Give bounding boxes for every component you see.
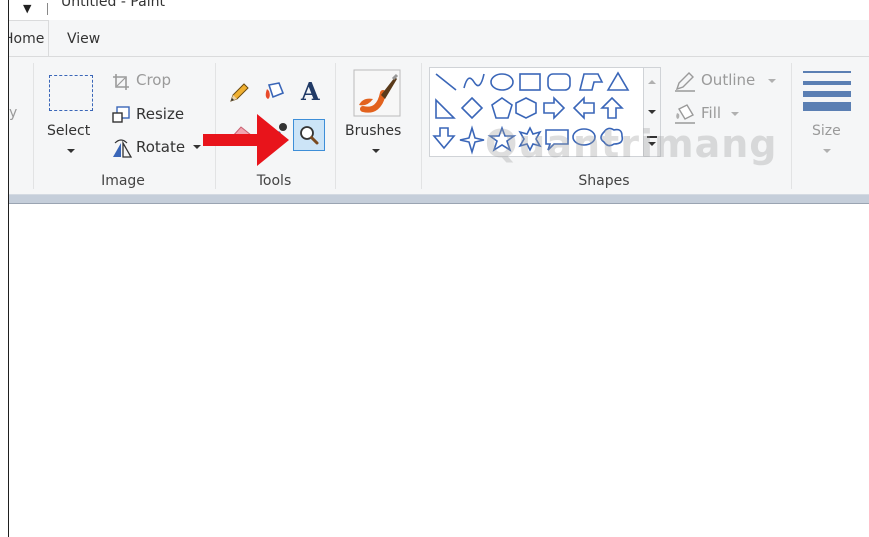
title-bar: ▼ Untitled - Paint — [9, 0, 869, 20]
pencil-icon[interactable] — [227, 81, 251, 105]
window-title: Untitled - Paint — [61, 0, 165, 10]
diamond-shape-icon — [460, 96, 484, 120]
crop-label: Crop — [136, 71, 172, 89]
line-shape-icon — [435, 73, 457, 91]
select-dropdown-icon[interactable] — [67, 149, 75, 153]
fill-label: Fill — [701, 104, 722, 122]
outline-icon — [675, 72, 695, 92]
gallery-scroll-up-icon[interactable] — [648, 80, 656, 84]
outline-dropdown-icon[interactable] — [768, 79, 776, 83]
magnifier-icon — [300, 126, 319, 145]
paint-window: ▼ Untitled - Paint Home View y Select — [8, 0, 869, 537]
left-arrow-shape-icon — [572, 96, 595, 120]
size-icon-line — [803, 91, 851, 97]
size-icon — [803, 71, 851, 73]
tab-home[interactable]: Home — [9, 20, 49, 57]
triangle-shape-icon — [606, 71, 630, 91]
clipboard-partial-label: y — [9, 105, 18, 121]
ribbon-tabs: Home View — [9, 20, 869, 57]
up-arrow-shape-icon — [600, 96, 624, 119]
right-arrow-shape-icon — [543, 96, 566, 120]
group-separator — [335, 63, 336, 189]
outline-label: Outline — [701, 71, 756, 89]
brushes-label: Brushes — [345, 123, 402, 139]
fill-bucket-icon[interactable] — [261, 79, 289, 105]
resize-label: Resize — [136, 105, 185, 123]
rotate-label: Rotate — [136, 138, 186, 156]
polygon-shape-icon — [578, 73, 604, 91]
brush-icon — [353, 69, 401, 117]
rotate-dropdown-icon[interactable] — [193, 145, 201, 149]
crop-icon — [113, 74, 129, 90]
fill-dropdown-icon[interactable] — [731, 112, 739, 116]
gallery-scroll-down-icon[interactable] — [648, 110, 656, 114]
shapes-group-label: Shapes — [578, 173, 630, 189]
select-icon — [49, 75, 93, 111]
ribbon-bottom-border — [9, 194, 869, 204]
tab-view[interactable]: View — [67, 31, 100, 47]
four-point-star-shape-icon — [459, 125, 485, 155]
size-dropdown-icon[interactable] — [823, 149, 831, 153]
down-arrow-shape-icon — [432, 127, 456, 150]
oval-shape-icon — [490, 73, 514, 91]
image-group-label: Image — [101, 173, 145, 189]
group-separator — [791, 63, 792, 189]
group-separator — [33, 63, 34, 189]
size-label: Size — [812, 123, 841, 139]
rectangle-shape-icon — [519, 73, 541, 91]
hexagon-shape-icon — [515, 97, 537, 119]
size-icon-line — [803, 102, 851, 111]
red-arrow-annotation — [203, 114, 289, 166]
select-label: Select — [47, 123, 91, 139]
size-icon-line — [803, 81, 851, 85]
resize-icon — [112, 106, 130, 123]
pentagon-shape-icon — [491, 97, 513, 119]
quick-access-separator — [47, 3, 48, 15]
right-triangle-shape-icon — [435, 98, 456, 119]
brushes-dropdown-icon[interactable] — [372, 149, 380, 153]
tools-group-label: Tools — [256, 173, 292, 189]
group-separator — [421, 63, 422, 189]
drawing-canvas[interactable] — [9, 204, 869, 537]
text-tool-icon[interactable]: A — [301, 77, 320, 106]
watermark-text: Quantrimang — [485, 122, 778, 166]
curve-shape-icon — [463, 73, 485, 89]
rounded-rectangle-shape-icon — [547, 73, 571, 91]
rotate-icon — [113, 139, 133, 158]
quick-access-dropdown-icon[interactable]: ▼ — [23, 2, 31, 15]
